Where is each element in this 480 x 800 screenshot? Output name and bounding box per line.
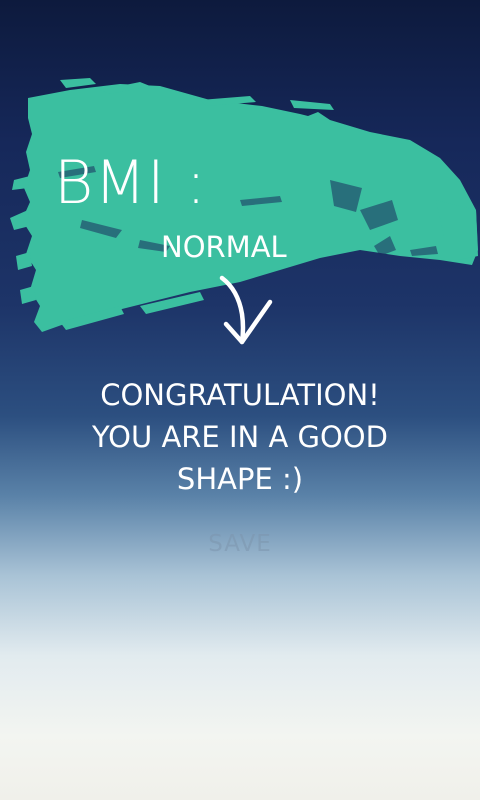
- bmi-label: BMI :: [54, 148, 208, 218]
- message-line-3: SHAPE :): [176, 462, 304, 496]
- bmi-status-value: NORMAL: [161, 230, 287, 264]
- message-line-1: CONGRATULATION!: [100, 378, 380, 412]
- congratulation-message: CONGRATULATION! YOU ARE IN A GOOD SHAPE …: [20, 374, 460, 500]
- hand-drawn-down-arrow-icon: [219, 275, 273, 345]
- result-screen: BMI : NORMAL CONGRATULATION! YOU ARE IN …: [0, 0, 480, 800]
- message-line-2: YOU ARE IN A GOOD: [92, 420, 388, 454]
- save-button[interactable]: SAVE: [180, 526, 300, 562]
